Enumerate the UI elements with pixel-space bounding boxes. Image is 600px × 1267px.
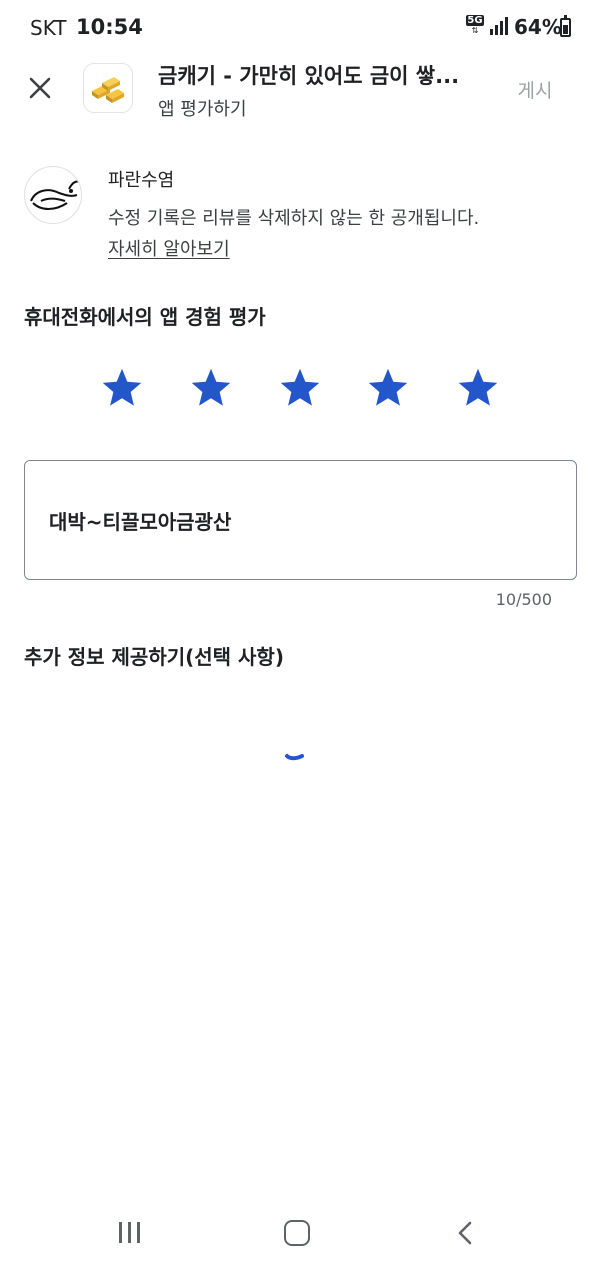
post-button[interactable]: 게시 [504,76,566,102]
recents-icon [119,1222,122,1243]
review-text: 대박~티끌모아금광산 [49,509,232,534]
app-icon [84,64,132,112]
clock: 10:54 [76,15,143,39]
signal-icon [490,17,508,35]
home-button[interactable] [284,1220,310,1246]
app-title: 금캐기 - 가만히 있어도 금이 쌓... [158,64,460,88]
star-icon[interactable] [100,366,144,410]
close-icon [29,77,51,99]
5g-icon: 5G ⇅ [466,15,484,35]
close-button[interactable] [22,70,58,106]
star-icon[interactable] [456,366,500,410]
recent-apps-button[interactable] [116,1220,144,1246]
loading-spinner-icon [285,754,304,761]
extra-info-title: 추가 정보 제공하기(선택 사항) [24,645,284,669]
star-rating [100,366,500,416]
battery-icon [560,15,571,37]
back-icon[interactable] [454,1220,476,1246]
star-icon[interactable] [189,366,233,410]
user-name: 파란수염 [108,170,175,191]
gold-bars-icon [92,77,124,103]
review-input[interactable]: 대박~티끌모아금광산 [24,460,577,580]
star-icon[interactable] [278,366,322,410]
system-nav-bar [0,1200,600,1267]
carrier-label: SKT [30,16,67,40]
star-icon[interactable] [366,366,410,410]
battery-percent: 64% [514,15,562,39]
character-counter: 10/500 [495,590,552,609]
rating-title: 휴대전화에서의 앱 경험 평가 [24,305,266,329]
page-subtitle: 앱 평가하기 [158,99,247,120]
status-bar: SKT 10:54 5G ⇅ 64% [0,0,600,56]
edit-history-notice: 수정 기록은 리뷰를 삭제하지 않는 한 공개됩니다. [108,208,480,229]
learn-more-link[interactable]: 자세히 알아보기 [108,235,230,261]
network-label: 5G [466,15,484,26]
avatar [24,166,82,224]
